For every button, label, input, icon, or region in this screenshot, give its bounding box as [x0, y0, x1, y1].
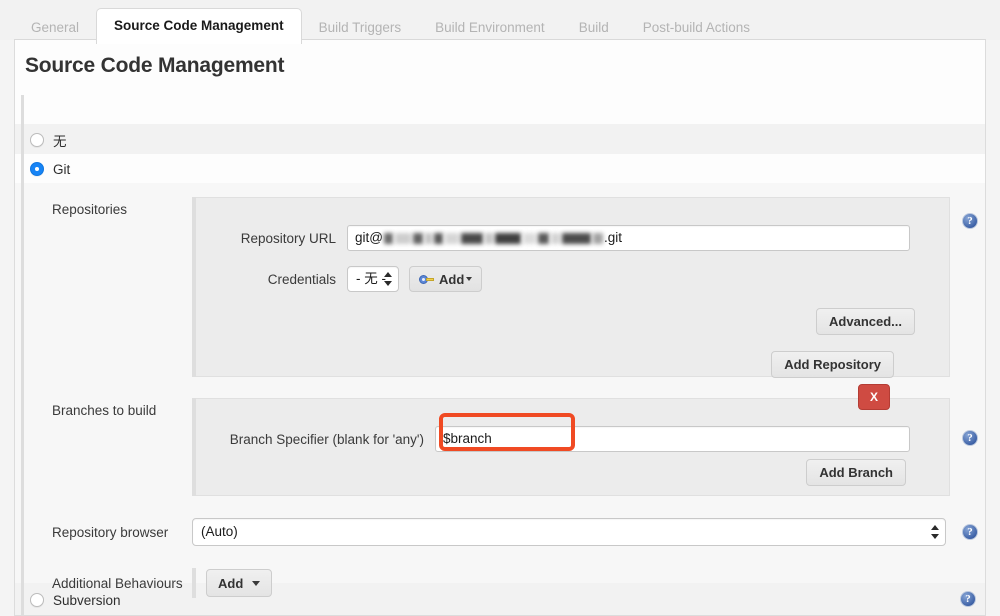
delete-branch-button[interactable]: X [858, 384, 890, 410]
help-icon-subversion[interactable]: ? [960, 591, 976, 607]
advanced-button-label: Advanced... [829, 314, 902, 329]
branch-specifier-input[interactable]: $branch [435, 426, 910, 452]
branches-panel: Branch Specifier (blank for 'any') $bran… [196, 398, 950, 496]
redacted-block [383, 232, 393, 244]
scm-option-subversion[interactable]: Subversion [24, 586, 985, 614]
redacted-block [394, 232, 411, 244]
repository-browser-row: Repository browser (Auto) ? [24, 518, 985, 546]
redacted-block [592, 232, 603, 244]
advanced-button[interactable]: Advanced... [816, 308, 915, 335]
branches-label: Branches to build [52, 403, 157, 418]
repository-url-prefix: git@ [355, 230, 383, 245]
redacted-block [550, 232, 560, 244]
radio-git-label: Git [53, 161, 71, 177]
radio-git[interactable] [30, 162, 44, 176]
chevron-down-icon [466, 277, 473, 281]
scm-option-none[interactable]: 无 [24, 126, 985, 154]
branch-specifier-value: $branch [443, 431, 492, 446]
branch-specifier-label: Branch Specifier (blank for 'any') [229, 431, 424, 447]
redacted-block [412, 232, 423, 244]
redacted-block [522, 232, 536, 244]
credentials-select-value: - 无 - [356, 271, 386, 286]
redacted-block [444, 232, 459, 244]
add-branch-button[interactable]: Add Branch [806, 459, 906, 486]
repository-browser-select[interactable]: (Auto) [192, 518, 946, 546]
repository-url-suffix: .git [603, 230, 622, 245]
page-title: Source Code Management [25, 54, 285, 77]
add-branch-button-label: Add Branch [819, 465, 893, 480]
add-credentials-label: Add [439, 271, 465, 287]
repository-url-input[interactable]: git@ .git [347, 225, 910, 251]
key-icon [419, 274, 434, 285]
help-icon-branch-specifier[interactable]: ? [962, 430, 978, 446]
add-credentials-button[interactable]: Add [409, 266, 483, 292]
stepper-icon [931, 524, 940, 540]
add-branch-button-label-wrap[interactable]: Add Branch [806, 459, 906, 486]
git-settings-block: Repositories Repository URL git@ .git Cr… [24, 197, 985, 598]
credentials-select[interactable]: - 无 - [347, 266, 399, 292]
credentials-label: Credentials [267, 271, 336, 287]
help-icon-repository-browser[interactable]: ? [962, 524, 978, 540]
jenkins-job-config-screen: General Source Code Management Build Tri… [0, 0, 1000, 616]
radio-none[interactable] [30, 133, 44, 147]
stepper-icon [384, 271, 393, 287]
scm-option-git[interactable]: Git [24, 155, 985, 183]
add-repository-button-label-wrap[interactable]: Add Repository [771, 351, 894, 378]
scm-config-card: Source Code Management 无 Git Repositorie… [14, 39, 986, 616]
branches-row: Branches to build Branch Specifier (blan… [24, 384, 985, 496]
redacted-block [433, 232, 443, 244]
repository-url-label: Repository URL [240, 230, 336, 246]
repositories-row: Repositories Repository URL git@ .git Cr… [24, 197, 985, 378]
radio-subversion-label: Subversion [53, 592, 121, 608]
redacted-block [484, 232, 493, 244]
tab-source-code-management[interactable]: Source Code Management [96, 8, 302, 44]
repositories-panel: Repository URL git@ .git Credentials - 无 … [196, 197, 950, 378]
redacted-block [494, 232, 521, 244]
add-repository-button-label: Add Repository [784, 357, 881, 372]
config-tab-bar: General Source Code Management Build Tri… [0, 0, 1000, 44]
redacted-block [460, 232, 483, 244]
radio-none-label: 无 [53, 134, 67, 149]
repositories-label: Repositories [52, 202, 128, 217]
redacted-block [424, 232, 432, 244]
repository-browser-label: Repository browser [52, 524, 169, 540]
repository-browser-value: (Auto) [201, 524, 238, 539]
add-repository-button[interactable]: Add Repository [771, 351, 894, 378]
redacted-block [537, 232, 549, 244]
advanced-button-label-wrap[interactable]: Advanced... [816, 308, 915, 335]
radio-subversion[interactable] [30, 593, 44, 607]
chevron-down-icon [252, 580, 261, 586]
help-icon-repositories[interactable]: ? [962, 213, 978, 229]
redacted-block [561, 232, 591, 244]
